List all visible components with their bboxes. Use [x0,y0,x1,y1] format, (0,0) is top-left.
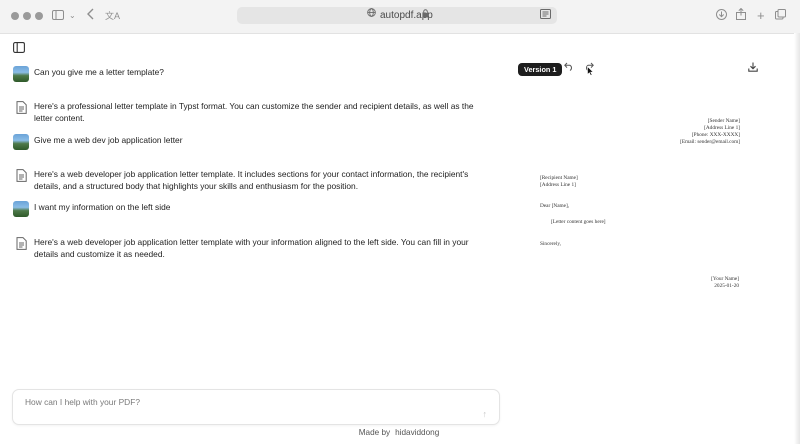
salutation: Dear [Name], [540,203,570,209]
recipient-block: [Recipient Name] [Address Line 1] [540,175,578,189]
message-text: I want my information on the left side [34,202,171,212]
message-text: Here's a web developer job application l… [34,237,469,259]
pdf-preview-letter: [Sender Name] [Address Line 1] [Phone: X… [540,118,740,298]
message-text: Give me a web dev job application letter [34,135,183,145]
download-pdf-icon[interactable] [748,62,758,77]
globe-icon [367,8,376,20]
user-avatar [13,134,29,150]
tab-chevron-down-icon[interactable]: ⌄ [69,8,76,24]
chat-input-box[interactable]: ↑ [12,389,500,425]
signature-block: [Your Name] 2025-01-20 [711,276,739,290]
back-icon[interactable] [87,8,95,24]
recipient-name: [Recipient Name] [540,175,578,181]
user-avatar [13,201,29,217]
sender-block: [Sender Name] [Address Line 1] [Phone: X… [540,118,740,146]
undo-icon[interactable] [564,62,574,76]
translate-icon[interactable]: 文A [105,8,120,24]
signature-name: [Your Name] [711,276,739,282]
chat-input[interactable] [23,394,467,410]
browser-toolbar: ⌄ 文A autopdf.app + [0,0,800,34]
version-badge[interactable]: Version 1 [518,63,563,76]
address-bar[interactable]: autopdf.app [237,7,557,24]
reader-mode-icon[interactable] [540,9,551,22]
panel-toggle-icon[interactable] [13,40,25,53]
window-edge [794,33,800,444]
close-window-button[interactable] [11,12,19,20]
minimize-window-button[interactable] [23,12,31,20]
sender-phone: [Phone: XXX-XXXX] [691,132,740,138]
footer-author-link[interactable]: hidaviddong [395,428,439,437]
download-icon[interactable] [716,8,727,24]
browser-window: ⌄ 文A autopdf.app + Can you give me a let… [0,0,800,444]
message-text: Here's a web developer job application l… [34,169,469,191]
letter-date: 2025-01-20 [714,283,739,289]
user-avatar [13,66,29,82]
footer-credit: Made by hidaviddong [255,428,543,437]
send-arrow-icon[interactable]: ↑ [483,409,488,419]
footer-made-by: Made by [358,428,391,437]
new-tab-icon[interactable]: + [757,8,765,24]
zoom-window-button[interactable] [35,12,43,20]
closing: Sincerely, [540,241,561,247]
tab-overview-icon[interactable] [775,8,786,24]
document-icon [16,169,27,182]
sender-address: [Address Line 1] [704,125,740,131]
document-icon [16,237,27,250]
message-text: Here's a professional letter template in… [34,101,474,123]
document-icon [16,101,27,114]
sender-name: [Sender Name] [707,118,740,124]
sender-email: [Email: sender@email.com] [680,139,740,145]
message-text: Can you give me a letter template? [34,67,164,77]
letter-content: [Letter content goes here] [551,219,606,225]
share-icon[interactable] [736,7,746,24]
lock-icon [422,9,429,20]
sidebar-toggle-icon[interactable] [52,8,64,24]
mouse-cursor-icon [587,65,595,81]
recipient-address: [Address Line 1] [540,182,576,188]
